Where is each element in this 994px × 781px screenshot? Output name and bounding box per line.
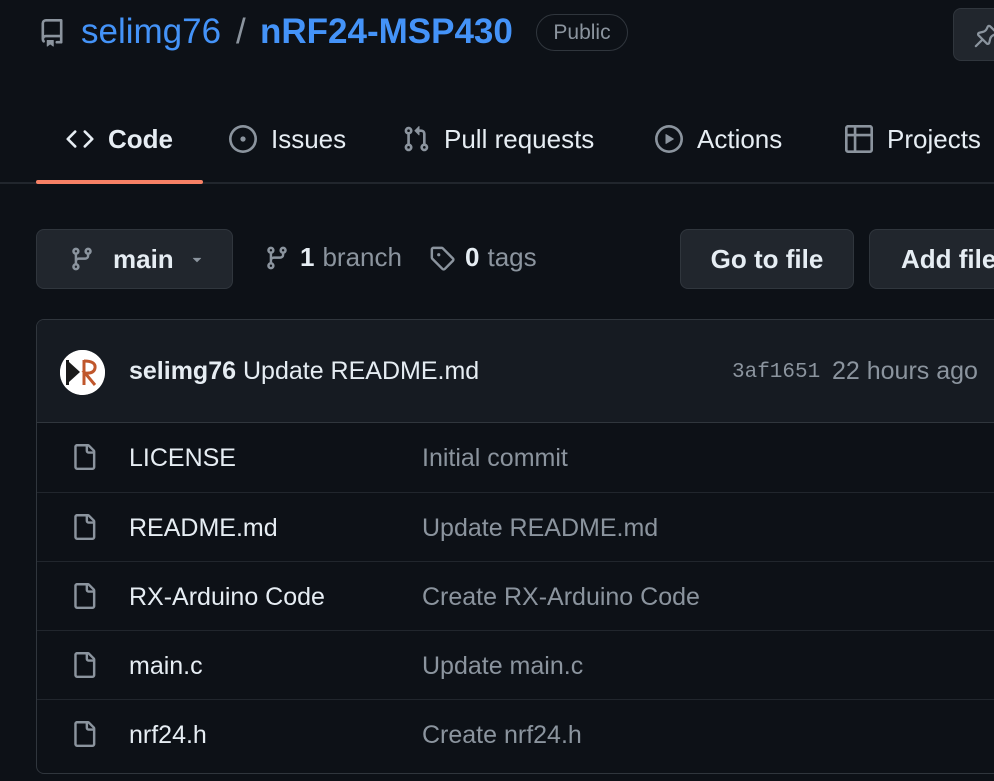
commit-message-link[interactable]: Update README.md <box>243 357 479 386</box>
tab-actions[interactable]: Actions <box>655 96 782 182</box>
file-row[interactable]: LICENSE Initial commit <box>37 423 994 492</box>
caret-down-icon <box>192 257 201 263</box>
table-icon <box>845 125 873 153</box>
play-icon <box>655 125 683 153</box>
visibility-badge: Public <box>536 14 628 51</box>
avatar[interactable] <box>60 350 105 395</box>
file-commit-link[interactable]: Create nrf24.h <box>422 721 582 750</box>
branch-select-button[interactable]: main <box>36 229 233 289</box>
tag-count-label: tags <box>487 242 537 272</box>
branch-count: 1 <box>300 242 315 272</box>
file-name-link[interactable]: nrf24.h <box>129 721 207 750</box>
tab-pull-requests-label: Pull requests <box>444 123 595 154</box>
file-icon <box>74 444 96 470</box>
repo-name-link[interactable]: nRF24-MSP430 <box>260 12 513 52</box>
file-name-link[interactable]: RX-Arduino Code <box>129 583 325 612</box>
git-branch-icon <box>267 246 287 269</box>
file-row[interactable]: README.md Update README.md <box>37 492 994 561</box>
git-pull-request-icon <box>404 126 429 152</box>
repo-owner-link[interactable]: selimg76 <box>81 12 221 52</box>
file-name-link[interactable]: README.md <box>129 514 278 543</box>
commit-author-link[interactable]: selimg76 <box>129 357 236 386</box>
tab-code[interactable]: Code <box>36 96 203 184</box>
commit-sha-link[interactable]: 3af1651 <box>732 361 820 384</box>
tab-projects[interactable]: Projects <box>845 96 981 182</box>
file-commit-link[interactable]: Create RX-Arduino Code <box>422 583 700 612</box>
tab-issues[interactable]: Issues <box>229 96 346 182</box>
avatar-image <box>60 350 105 395</box>
current-branch-label: main <box>113 243 174 274</box>
tab-pull-requests[interactable]: Pull requests <box>402 96 594 182</box>
tab-code-label: Code <box>108 123 173 154</box>
add-file-button[interactable]: Add file <box>869 229 994 289</box>
file-name-link[interactable]: LICENSE <box>129 444 236 473</box>
file-icon <box>74 583 96 609</box>
commit-time: 22 hours ago <box>832 357 978 385</box>
file-row[interactable]: main.c Update main.c <box>37 630 994 699</box>
tab-actions-label: Actions <box>697 123 783 154</box>
repo-icon <box>41 19 63 47</box>
git-branch-icon <box>72 247 92 271</box>
issue-opened-icon <box>229 125 257 153</box>
file-row[interactable]: nrf24.h Create nrf24.h <box>37 699 994 768</box>
tab-issues-label: Issues <box>271 123 347 154</box>
path-separator: / <box>236 12 246 51</box>
file-icon <box>74 652 96 678</box>
tag-icon <box>430 246 455 271</box>
tab-projects-label: Projects <box>887 123 981 154</box>
file-commit-link[interactable]: Update main.c <box>422 652 583 681</box>
go-to-file-button[interactable]: Go to file <box>680 229 854 289</box>
file-commit-link[interactable]: Update README.md <box>422 514 658 543</box>
tags-link[interactable]: 0 tags <box>429 242 537 273</box>
file-listing: selimg76 Update README.md 3af1651 22 hou… <box>36 319 994 774</box>
file-commit-link[interactable]: Initial commit <box>422 444 568 473</box>
branches-link[interactable]: 1 branch <box>264 242 402 273</box>
code-icon <box>66 130 94 148</box>
file-icon <box>74 721 96 747</box>
file-row[interactable]: RX-Arduino Code Create RX-Arduino Code <box>37 561 994 630</box>
repo-tabnav: Code Issues Pull requests Actions Projec… <box>0 96 994 184</box>
file-name-link[interactable]: main.c <box>129 652 203 681</box>
repo-header: selimg76 / nRF24-MSP430 Public <box>0 0 994 70</box>
branch-count-label: branch <box>322 242 402 272</box>
file-icon <box>74 514 96 540</box>
pin-icon <box>974 24 994 48</box>
tag-count: 0 <box>465 242 480 272</box>
latest-commit-bar: selimg76 Update README.md 3af1651 22 hou… <box>37 320 994 423</box>
pin-button[interactable] <box>953 8 994 61</box>
